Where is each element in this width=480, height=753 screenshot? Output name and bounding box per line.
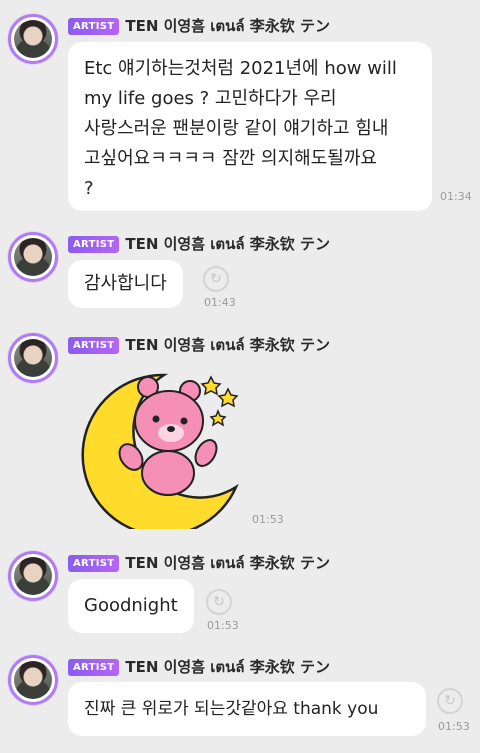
- star-icon: [217, 387, 239, 408]
- star-icon: [209, 408, 227, 427]
- sticker-image[interactable]: [68, 369, 243, 529]
- timestamp: 01:53: [207, 619, 239, 632]
- reply-icon[interactable]: ↻: [437, 688, 463, 714]
- message-text: 감사합니다: [84, 273, 167, 294]
- reply-icon[interactable]: ↻: [203, 266, 229, 292]
- timestamp: 01:34: [440, 190, 472, 203]
- star-icon: [200, 375, 222, 396]
- sender-name: TEN 이영흠 เตนล์ 李永钦 テン: [125, 658, 330, 676]
- avatar[interactable]: [8, 655, 58, 705]
- avatar[interactable]: [8, 333, 58, 383]
- message-line: Etc 얘기하는것처럼 2021년에 how will: [84, 58, 397, 79]
- message-header: ARTIST TEN 이영흠 เตนล์ 李永钦 テン: [68, 551, 330, 575]
- message-line: ?: [84, 178, 94, 199]
- reply-icon[interactable]: ↻: [206, 589, 232, 615]
- message-header: ARTIST TEN 이영흠 เตนล์ 李永钦 テン: [68, 232, 330, 256]
- avatar[interactable]: [8, 232, 58, 282]
- message-text: Goodnight: [84, 595, 178, 616]
- message-bubble[interactable]: 진짜 큰 위로가 되는갓같아요 thank you: [68, 682, 426, 736]
- message-header: ARTIST TEN 이영흠 เตนล์ 李永钦 テン: [68, 14, 330, 38]
- message-header: ARTIST TEN 이영흠 เตนล์ 李永钦 テン: [68, 333, 330, 357]
- artist-badge: ARTIST: [68, 658, 120, 676]
- artist-badge: ARTIST: [68, 554, 120, 572]
- timestamp: 01:53: [438, 720, 470, 733]
- artist-badge: ARTIST: [68, 17, 120, 35]
- message-text: 진짜 큰 위로가 되는갓같아요 thank you: [84, 699, 379, 719]
- message-header: ARTIST TEN 이영흠 เตนล์ 李永钦 テン: [68, 655, 330, 679]
- sender-name: TEN 이영흠 เตนล์ 李永钦 テン: [125, 17, 330, 35]
- avatar[interactable]: [8, 551, 58, 601]
- avatar[interactable]: [8, 14, 58, 64]
- message-bubble[interactable]: 감사합니다: [68, 260, 183, 308]
- sender-name: TEN 이영흠 เตนล์ 李永钦 テン: [125, 554, 330, 572]
- timestamp: 01:43: [204, 296, 236, 309]
- message-line: my life goes ? 고민하다가 우리: [84, 88, 337, 109]
- artist-badge: ARTIST: [68, 235, 120, 253]
- message-bubble[interactable]: Goodnight: [68, 579, 194, 633]
- timestamp: 01:53: [252, 513, 284, 526]
- message-line: 고싶어요ㅋㅋㅋㅋ 잠깐 의지해도될까요: [84, 148, 377, 169]
- message-line: 사랑스러운 팬분이랑 같이 얘기하고 힘내: [84, 118, 389, 139]
- message-bubble[interactable]: Etc 얘기하는것처럼 2021년에 how will my life goes…: [68, 42, 432, 211]
- sender-name: TEN 이영흠 เตนล์ 李永钦 テン: [125, 235, 330, 253]
- chat-screen: { "colors": { "background": "#ececec", "…: [0, 0, 480, 753]
- sender-name: TEN 이영흠 เตนล์ 李永钦 テン: [125, 336, 330, 354]
- artist-badge: ARTIST: [68, 336, 120, 354]
